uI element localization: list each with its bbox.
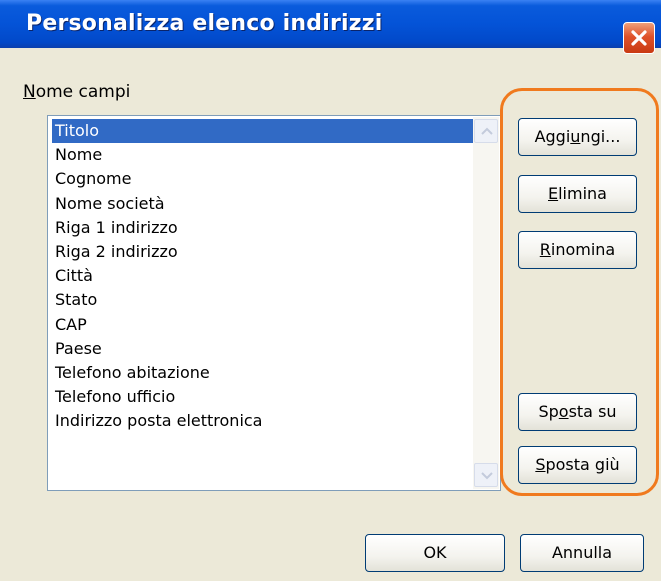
list-item[interactable]: Nome società bbox=[52, 192, 476, 216]
list-item[interactable]: Riga 2 indirizzo bbox=[52, 240, 476, 264]
scroll-down-button[interactable] bbox=[474, 463, 498, 487]
chevron-up-icon bbox=[481, 127, 493, 135]
list-item[interactable]: Telefono abitazione bbox=[52, 361, 476, 385]
ok-button[interactable]: OK bbox=[365, 534, 505, 572]
list-item[interactable]: Cognome bbox=[52, 167, 476, 191]
title-bar[interactable]: Personalizza elenco indirizzi bbox=[0, 0, 661, 54]
list-item[interactable]: Stato bbox=[52, 288, 476, 312]
close-icon bbox=[631, 30, 647, 46]
dialog-title: Personalizza elenco indirizzi bbox=[26, 11, 383, 36]
list-item[interactable]: CAP bbox=[52, 313, 476, 337]
field-names-label: Nome campi bbox=[23, 82, 131, 102]
list-item[interactable]: Titolo bbox=[52, 119, 476, 144]
field-names-list[interactable]: Titolo Nome Cognome Nome società Riga 1 … bbox=[47, 115, 501, 491]
close-button[interactable] bbox=[623, 22, 655, 54]
list-item[interactable]: Telefono ufficio bbox=[52, 385, 476, 409]
vertical-scrollbar[interactable] bbox=[473, 117, 499, 489]
scroll-up-button[interactable] bbox=[474, 119, 498, 143]
list-item[interactable]: Paese bbox=[52, 337, 476, 361]
list-item[interactable]: Città bbox=[52, 264, 476, 288]
list-item[interactable]: Indirizzo posta elettronica bbox=[52, 409, 476, 433]
list-items: Titolo Nome Cognome Nome società Riga 1 … bbox=[52, 119, 476, 433]
list-item[interactable]: Nome bbox=[52, 143, 476, 167]
buttons-highlight-annotation bbox=[500, 88, 659, 496]
dialog-window: Personalizza elenco indirizzi Nome campi… bbox=[0, 0, 661, 581]
cancel-button[interactable]: Annulla bbox=[520, 534, 644, 572]
chevron-down-icon bbox=[481, 472, 493, 480]
list-item[interactable]: Riga 1 indirizzo bbox=[52, 216, 476, 240]
